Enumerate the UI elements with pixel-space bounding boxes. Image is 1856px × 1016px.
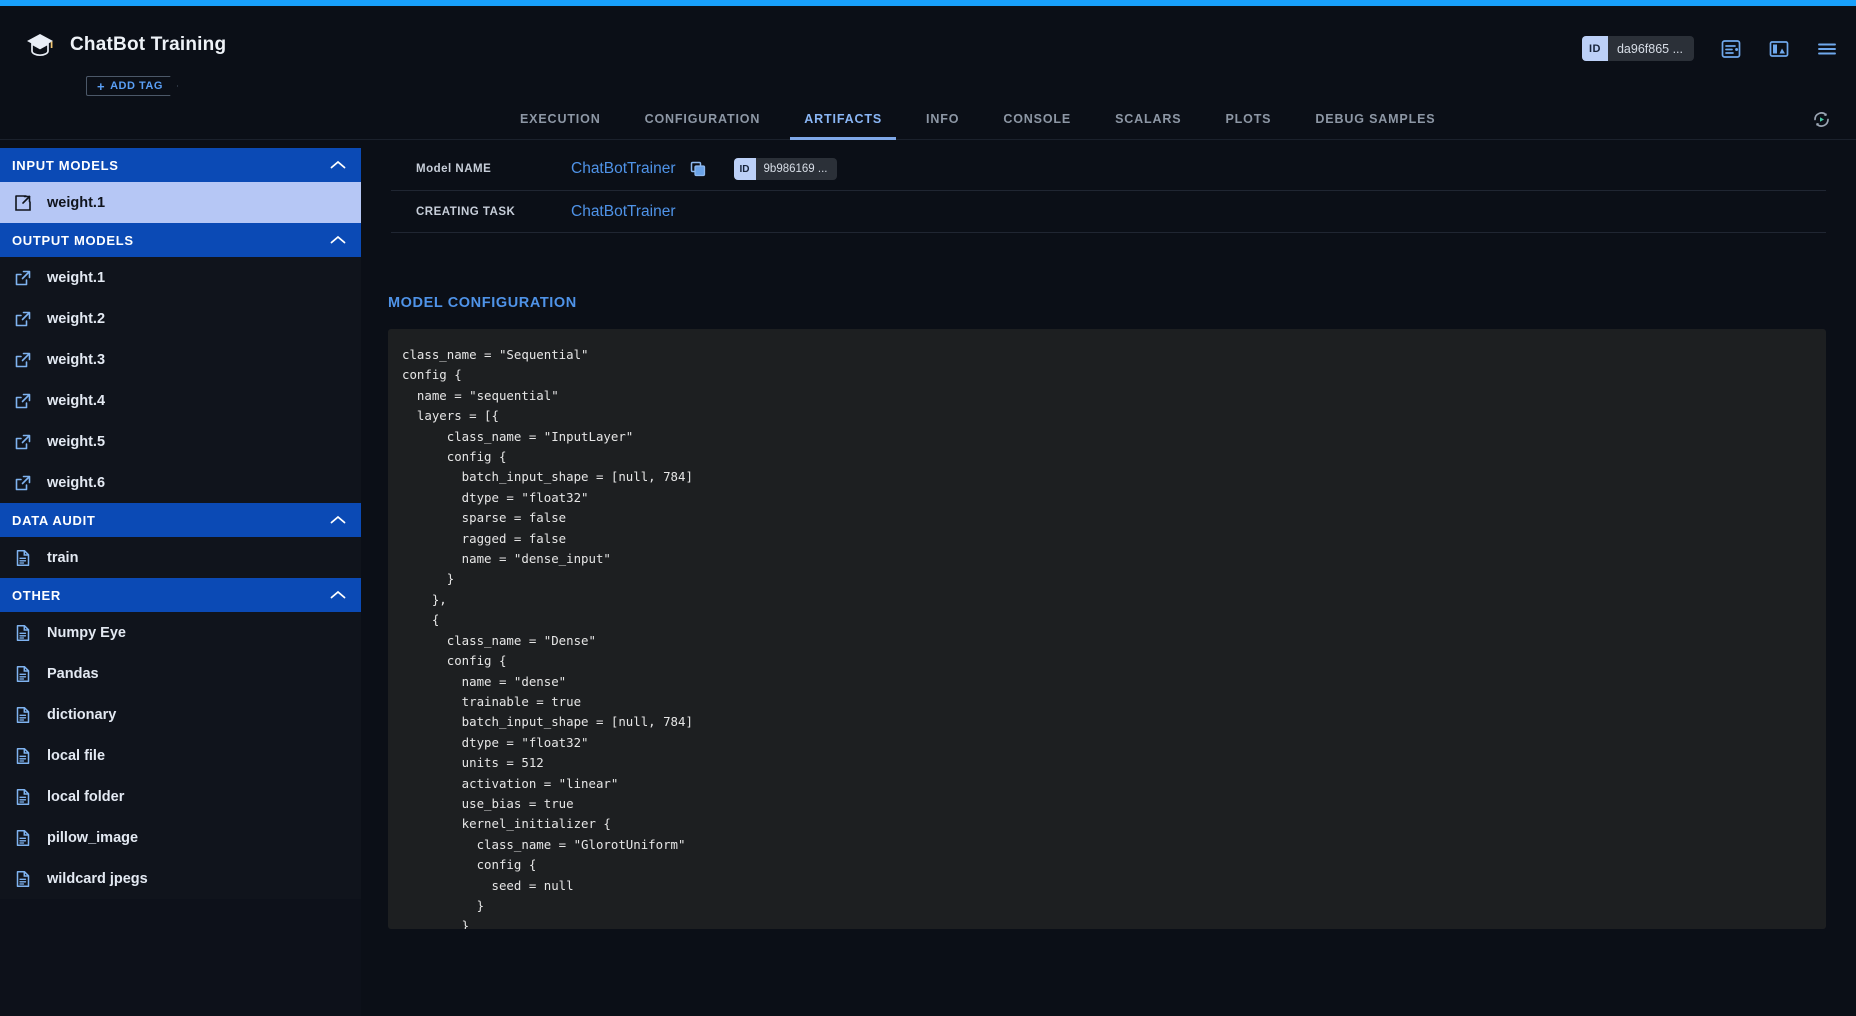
- graduation-cap-icon: [26, 32, 54, 58]
- external-link-icon: [14, 351, 32, 369]
- model-meta-table: Model NAME ChatBotTrainer ID 9b986169 ..…: [391, 148, 1826, 233]
- sidebar-item-numpy-eye[interactable]: Numpy Eye: [0, 612, 361, 653]
- sidebar-item-output-weight-1[interactable]: weight.1: [0, 257, 361, 298]
- page-title: ChatBot Training: [70, 34, 226, 56]
- sidebar-item-local-file[interactable]: local file: [0, 735, 361, 776]
- section-title: INPUT MODELS: [12, 158, 119, 173]
- brand: ChatBot Training: [26, 32, 226, 58]
- model-id-chip[interactable]: ID 9b986169 ...: [734, 158, 838, 180]
- sidebar-item-local-folder[interactable]: local folder: [0, 776, 361, 817]
- creating-task-link[interactable]: ChatBotTrainer: [571, 203, 676, 221]
- id-chip-value: da96f865 ...: [1608, 42, 1694, 56]
- sidebar-item-label: weight.6: [47, 475, 105, 491]
- sidebar-item-output-weight-6[interactable]: weight.6: [0, 462, 361, 503]
- document-icon: [14, 788, 32, 806]
- sidebar-item-label: train: [47, 550, 78, 566]
- sidebar-item-label: Numpy Eye: [47, 625, 126, 641]
- document-icon: [14, 870, 32, 888]
- document-icon: [14, 665, 32, 683]
- sidebar-section-input-models[interactable]: INPUT MODELS: [0, 148, 361, 182]
- tab-console[interactable]: CONSOLE: [981, 98, 1093, 140]
- model-name-label: Model NAME: [416, 163, 571, 175]
- tab-execution[interactable]: EXECUTION: [498, 98, 623, 140]
- model-configuration-code: class_name = "Sequential" config { name …: [402, 345, 1826, 929]
- import-arrow-icon: [14, 194, 32, 212]
- sidebar-section-output-models[interactable]: OUTPUT MODELS: [0, 223, 361, 257]
- external-link-icon: [14, 310, 32, 328]
- tab-artifacts[interactable]: ARTIFACTS: [782, 98, 904, 140]
- artifact-detail-panel: Model NAME ChatBotTrainer ID 9b986169 ..…: [361, 148, 1856, 1016]
- document-icon: [14, 747, 32, 765]
- copy-icon[interactable]: [676, 161, 706, 177]
- chevron-up-icon: [330, 233, 346, 248]
- artifacts-sidebar: INPUT MODELS weight.1 OUTPUT MODELS weig…: [0, 148, 361, 1016]
- sidebar-item-label: Pandas: [47, 666, 99, 682]
- sidebar-item-input-weight-1[interactable]: weight.1: [0, 182, 361, 223]
- sidebar-item-output-weight-5[interactable]: weight.5: [0, 421, 361, 462]
- tab-info[interactable]: INFO: [904, 98, 981, 140]
- sidebar-item-label: weight.1: [47, 270, 105, 286]
- sidebar-item-pandas[interactable]: Pandas: [0, 653, 361, 694]
- model-name-link[interactable]: ChatBotTrainer: [571, 160, 676, 178]
- external-link-icon: [14, 269, 32, 287]
- add-tag-label: ADD TAG: [110, 80, 163, 92]
- plus-icon: +: [97, 80, 105, 93]
- sidebar-empty-space: [0, 899, 361, 1016]
- section-title: OUTPUT MODELS: [12, 233, 134, 248]
- creating-task-label: CREATING TASK: [416, 206, 571, 218]
- sidebar-item-train[interactable]: train: [0, 537, 361, 578]
- hamburger-menu-icon[interactable]: [1816, 38, 1838, 60]
- panel-layout-icon[interactable]: [1768, 38, 1790, 60]
- section-title: OTHER: [12, 588, 61, 603]
- header-actions: ID da96f865 ...: [1582, 36, 1838, 61]
- sidebar-item-dictionary[interactable]: dictionary: [0, 694, 361, 735]
- task-id-chip[interactable]: ID da96f865 ...: [1582, 36, 1694, 61]
- sidebar-item-pillow-image[interactable]: pillow_image: [0, 817, 361, 858]
- sidebar-item-output-weight-4[interactable]: weight.4: [0, 380, 361, 421]
- id-chip-tag: ID: [1582, 36, 1608, 61]
- document-icon: [14, 829, 32, 847]
- tab-configuration[interactable]: CONFIGURATION: [623, 98, 783, 140]
- sidebar-item-label: dictionary: [47, 707, 116, 723]
- tab-debug-samples[interactable]: DEBUG SAMPLES: [1293, 98, 1457, 140]
- sidebar-item-label: pillow_image: [47, 830, 138, 846]
- external-link-icon: [14, 392, 32, 410]
- sidebar-item-label: weight.4: [47, 393, 105, 409]
- section-title: DATA AUDIT: [12, 513, 96, 528]
- document-icon: [14, 706, 32, 724]
- model-name-row: Model NAME ChatBotTrainer ID 9b986169 ..…: [391, 148, 1826, 190]
- sidebar-section-other[interactable]: OTHER: [0, 578, 361, 612]
- sidebar-item-label: local folder: [47, 789, 124, 805]
- sidebar-item-output-weight-2[interactable]: weight.2: [0, 298, 361, 339]
- external-link-icon: [14, 474, 32, 492]
- external-link-icon: [14, 433, 32, 451]
- chevron-up-icon: [330, 588, 346, 603]
- sidebar-item-label: wildcard jpegs: [47, 871, 148, 887]
- add-tag-button[interactable]: + ADD TAG: [86, 76, 178, 96]
- sidebar-item-label: weight.5: [47, 434, 105, 450]
- creating-task-row: CREATING TASK ChatBotTrainer: [391, 190, 1826, 232]
- model-configuration-code-box[interactable]: class_name = "Sequential" config { name …: [388, 329, 1826, 929]
- sidebar-item-label: weight.3: [47, 352, 105, 368]
- tab-scalars[interactable]: SCALARS: [1093, 98, 1203, 140]
- model-id-chip-value: 9b986169 ...: [756, 163, 838, 175]
- sidebar-item-label: weight.1: [47, 195, 105, 211]
- report-icon[interactable]: [1720, 38, 1742, 60]
- app-header: ChatBot Training + ADD TAG ID da96f865 .…: [0, 6, 1856, 98]
- document-icon: [14, 624, 32, 642]
- tab-plots[interactable]: PLOTS: [1203, 98, 1293, 140]
- chevron-up-icon: [330, 158, 346, 173]
- sidebar-item-label: local file: [47, 748, 105, 764]
- tab-bar: EXECUTION CONFIGURATION ARTIFACTS INFO C…: [0, 98, 1856, 140]
- document-icon: [14, 549, 32, 567]
- model-id-chip-tag: ID: [734, 158, 756, 180]
- sidebar-item-label: weight.2: [47, 311, 105, 327]
- sidebar-item-output-weight-3[interactable]: weight.3: [0, 339, 361, 380]
- sidebar-section-data-audit[interactable]: DATA AUDIT: [0, 503, 361, 537]
- tabs: EXECUTION CONFIGURATION ARTIFACTS INFO C…: [498, 98, 1457, 140]
- model-configuration-title: MODEL CONFIGURATION: [388, 295, 1856, 311]
- sidebar-item-wildcard-jpegs[interactable]: wildcard jpegs: [0, 858, 361, 899]
- chevron-up-icon: [330, 513, 346, 528]
